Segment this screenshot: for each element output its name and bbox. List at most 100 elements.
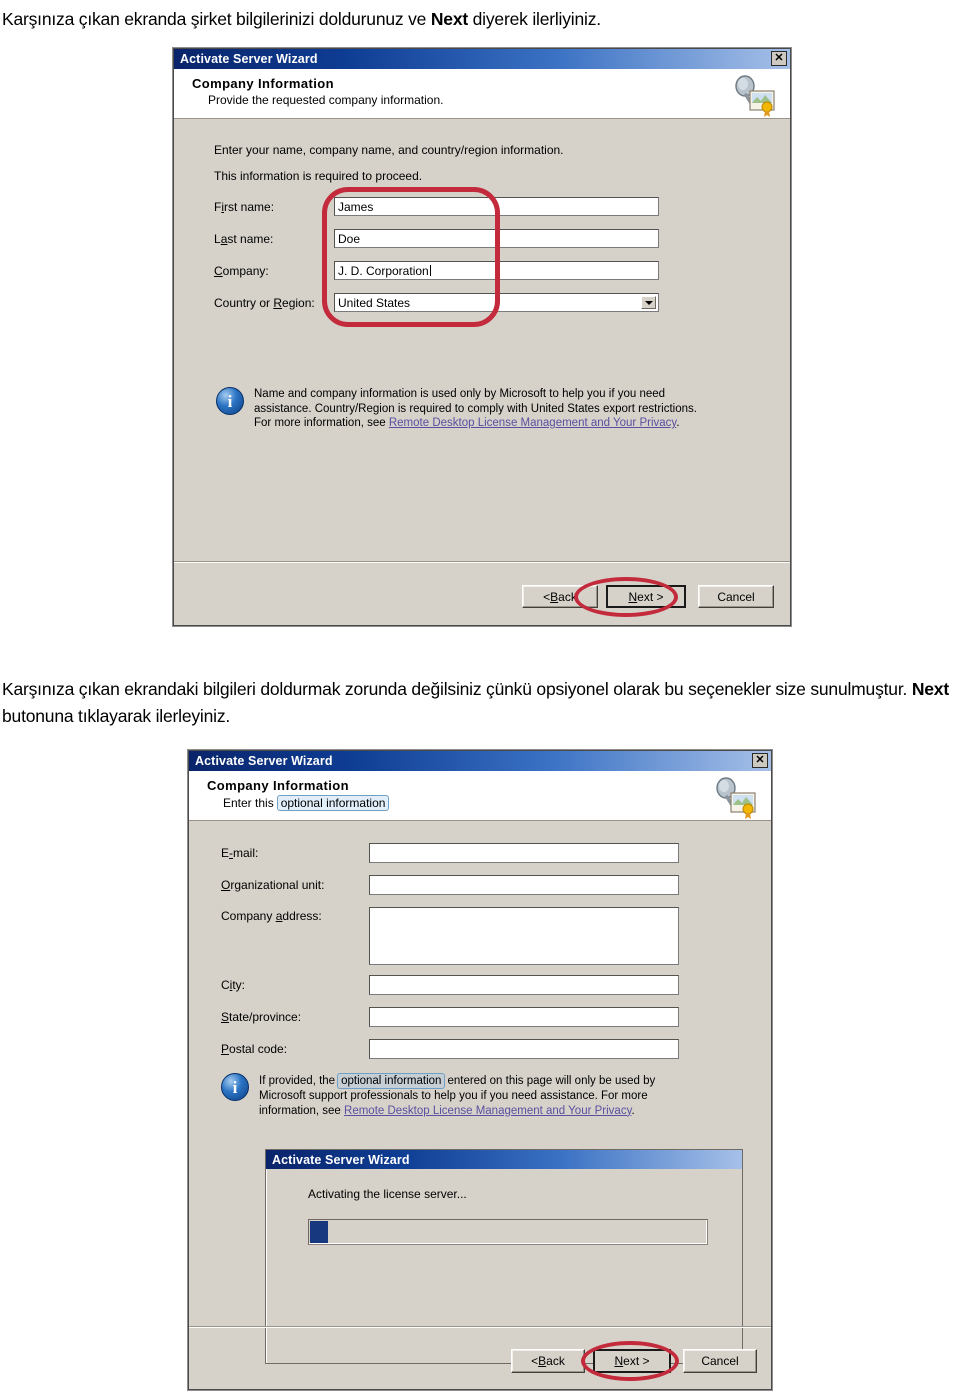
dialog1-intro-line-1: Enter your name, company name, and count… (214, 143, 564, 157)
last-name-value: Doe (338, 231, 361, 246)
instruction-paragraph-2: Karşınıza çıkan ekrandaki bilgileri dold… (2, 676, 954, 730)
next-button[interactable]: Next > (606, 585, 686, 608)
dialog1-field-row-first-name: First name: James (214, 197, 734, 216)
dialog2-header-subtitle: Enter this optional information (207, 795, 761, 811)
dialog2-footer-separator (189, 1326, 771, 1328)
dialog1-info-block: i Name and company information is used o… (216, 387, 756, 431)
cancel-button[interactable]: Cancel (683, 1349, 757, 1373)
paragraph-2-bold-next: Next (911, 679, 949, 699)
email-input[interactable] (369, 843, 679, 863)
dialog1-title: Activate Server Wizard (180, 52, 318, 66)
company-address-label: Company address: (221, 909, 322, 923)
dialog1-header-title: Company Information (192, 76, 334, 91)
optional-information-highlight-header: optional information (276, 795, 390, 811)
close-icon[interactable]: ✕ (752, 753, 768, 768)
dialog2-header-title: Company Information (207, 778, 349, 793)
state-province-label: State/province: (221, 1010, 302, 1024)
dialog2-field-row-state: State/province: (221, 1007, 741, 1027)
dialog1-body: Enter your name, company name, and count… (174, 119, 790, 624)
company-address-textarea[interactable] (369, 907, 679, 965)
dialog1-field-row-company: Company: J. D. Corporation (214, 261, 734, 280)
email-label: E-mail: (221, 846, 259, 860)
company-label: Company: (214, 263, 269, 278)
state-province-input[interactable] (369, 1007, 679, 1027)
progress-bar-fill (310, 1221, 328, 1243)
dialog1-intro-line-2: This information is required to proceed. (214, 169, 423, 183)
dialog2-field-row-org-unit: Organizational unit: (221, 875, 741, 895)
activating-license-server-progress-dialog[interactable]: Activate Server Wizard Activating the li… (265, 1149, 743, 1364)
company-input[interactable]: J. D. Corporation (334, 261, 659, 280)
dialog1-header-subtitle-text: Provide the requested company informatio… (208, 93, 444, 107)
dialog2-info-line-2: Microsoft support professionals to help … (259, 1090, 648, 1102)
dialog2-field-row-email: E-mail: (221, 843, 741, 863)
dialog2-header: Company Information Enter this optional … (189, 771, 771, 821)
city-label: City: (221, 978, 246, 992)
text-caret (429, 265, 431, 276)
optional-information-highlight-info: optional information (337, 1073, 446, 1089)
dialog2-info-text: If provided, the optional information en… (259, 1073, 655, 1118)
postal-code-input[interactable] (369, 1039, 679, 1059)
city-input[interactable] (369, 975, 679, 995)
first-name-input[interactable]: James (334, 197, 659, 216)
back-button[interactable]: < Back (522, 585, 598, 608)
dialog1-field-row-last-name: Last name: Doe (214, 229, 734, 248)
country-or-region-combobox[interactable]: United States (334, 293, 659, 312)
dialog1-field-row-country: Country or Region: United States (214, 293, 734, 312)
last-name-input[interactable]: Doe (334, 229, 659, 248)
back-button[interactable]: < Back (511, 1349, 585, 1373)
dialog1-info-line-2: assistance. Country/Region is required t… (254, 402, 697, 415)
document-page: Karşınıza çıkan ekranda şirket bilgileri… (0, 0, 960, 1397)
dialog2-body: E-mail: Organizational unit: Company add… (189, 821, 771, 1387)
cancel-button[interactable]: Cancel (698, 585, 774, 608)
first-name-label: First name: (214, 199, 275, 214)
country-or-region-label: Country or Region: (214, 295, 315, 310)
dialog2-titlebar[interactable]: Activate Server Wizard ✕ (189, 751, 771, 771)
dialog1-titlebar[interactable]: Activate Server Wizard ✕ (174, 49, 790, 69)
paragraph-2-text-before: Karşınıza çıkan ekrandaki bilgileri dold… (2, 679, 912, 699)
privacy-link[interactable]: Remote Desktop License Management and Yo… (344, 1105, 631, 1117)
chevron-down-icon[interactable] (641, 296, 656, 309)
progress-dialog-titlebar[interactable]: Activate Server Wizard (266, 1150, 742, 1169)
dialog2-info-block: i If provided, the optional information … (221, 1073, 721, 1118)
progress-bar (308, 1219, 708, 1245)
dialog1-header: Company Information Provide the requeste… (174, 69, 790, 119)
paragraph-1-bold-next: Next (430, 9, 468, 29)
next-button[interactable]: Next > (593, 1349, 671, 1373)
dialog2-header-subtitle-prefix: Enter this (223, 796, 274, 810)
dialog1-footer-separator (174, 561, 790, 563)
first-name-value: James (338, 199, 374, 214)
info-icon: i (216, 387, 244, 415)
dialog1-info-text: Name and company information is used onl… (254, 387, 697, 431)
dialog2-title: Activate Server Wizard (195, 754, 333, 768)
dialog2-info-line-1: If provided, the optional information en… (259, 1073, 656, 1089)
privacy-link[interactable]: Remote Desktop License Management and Yo… (389, 417, 676, 429)
paragraph-2-text-after: butonuna tıklayarak ilerleyiniz. (2, 706, 231, 726)
instruction-paragraph-1: Karşınıza çıkan ekranda şirket bilgileri… (2, 6, 958, 33)
paragraph-1-text-before: Karşınıza çıkan ekranda şirket bilgileri… (2, 9, 431, 29)
info-icon: i (221, 1073, 249, 1101)
country-or-region-value: United States (338, 295, 411, 310)
activate-server-wizard-dialog-2[interactable]: Activate Server Wizard ✕ Company Informa… (188, 750, 772, 1390)
organizational-unit-label: Organizational unit: (221, 878, 325, 892)
progress-status-text: Activating the license server... (308, 1187, 467, 1201)
dialog2-field-row-company-address: Company address: (221, 907, 741, 965)
license-certificate-magnifier-icon (730, 75, 776, 117)
dialog2-field-row-city: City: (221, 975, 741, 995)
last-name-label: Last name: (214, 231, 274, 246)
dialog1-info-line-1: Name and company information is used onl… (254, 388, 666, 400)
close-icon[interactable]: ✕ (771, 51, 787, 66)
license-certificate-magnifier-icon (711, 777, 757, 819)
progress-dialog-body: Activating the license server... (266, 1169, 742, 1365)
activate-server-wizard-dialog-1[interactable]: Activate Server Wizard ✕ Company Informa… (173, 48, 791, 626)
progress-dialog-title: Activate Server Wizard (272, 1152, 410, 1167)
dialog2-field-row-postal-code: Postal code: (221, 1039, 741, 1059)
postal-code-label: Postal code: (221, 1042, 288, 1056)
dialog2-button-row: < Back Next > Cancel (511, 1349, 757, 1373)
dialog1-info-line-3: For more information, see Remote Desktop… (254, 417, 680, 429)
dialog1-header-subtitle: Provide the requested company informatio… (192, 93, 780, 107)
company-value: J. D. Corporation (338, 263, 429, 278)
organizational-unit-input[interactable] (369, 875, 679, 895)
paragraph-1-text-after: diyerek ilerliyiniz. (467, 9, 601, 29)
dialog1-button-row: < Back Next > Cancel (522, 585, 774, 608)
dialog2-info-line-3: information, see Remote Desktop License … (259, 1104, 635, 1117)
